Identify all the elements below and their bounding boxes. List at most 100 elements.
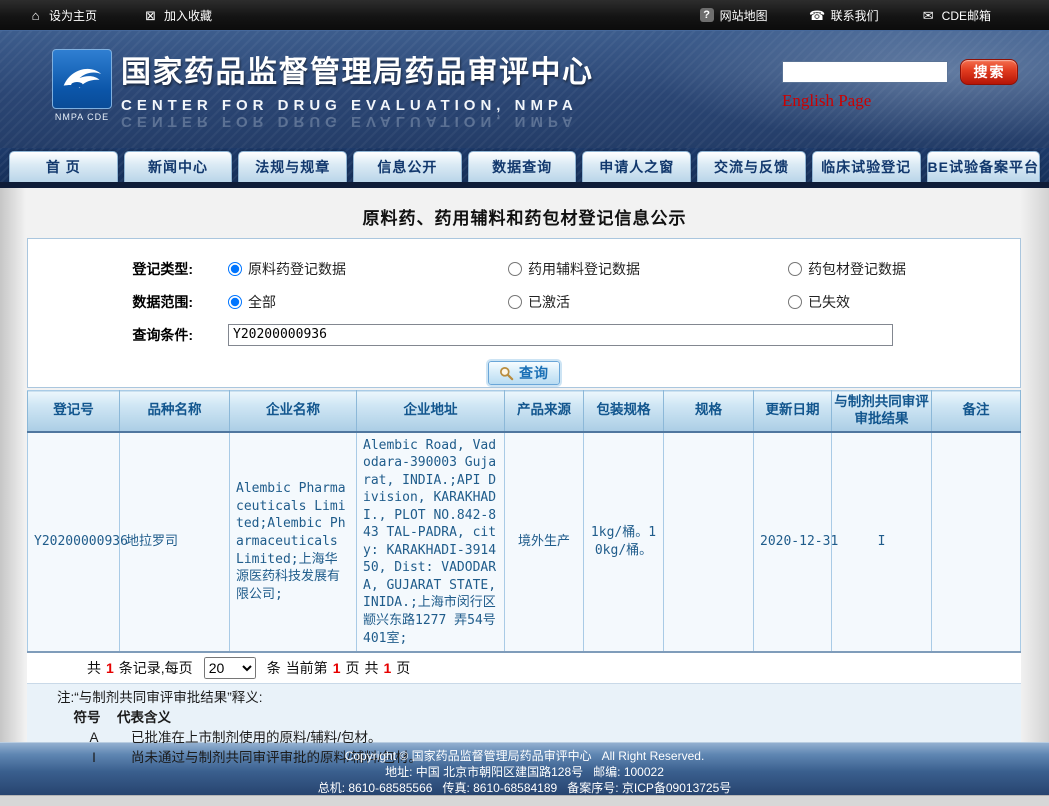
cde-mail-link[interactable]: ✉ CDE邮箱	[921, 7, 991, 24]
reg-type-radio-packaging[interactable]	[788, 262, 802, 276]
page-root: ⌂ 设为主页 ⊠ 加入收藏 ? 网站地图 ☎ 联系我们 ✉ CDE邮箱	[0, 0, 1049, 806]
nav-tab-clinical-trial[interactable]: 临床试验登记	[812, 151, 921, 182]
scope-option-all[interactable]: 全部	[193, 292, 473, 312]
cde-mail-label: CDE邮箱	[942, 7, 991, 24]
nav-tab-home[interactable]: 首 页	[9, 151, 118, 182]
query-button[interactable]: 查询	[488, 361, 560, 385]
col-header-company-name: 企业名称	[230, 391, 357, 432]
header-search-area: 搜索 English Page	[782, 59, 1024, 111]
cell-review-result: I	[832, 432, 932, 653]
table-header-row: 登记号 品种名称 企业名称 企业地址 产品来源 包装规格 规格 更新日期 与制剂…	[28, 391, 1021, 432]
phone-icon: ☎	[810, 8, 825, 23]
set-home-label: 设为主页	[49, 7, 97, 24]
site-logo[interactable]: NMPA CDE	[52, 49, 112, 122]
nmpa-cde-logo-icon	[52, 49, 112, 109]
nav-tab-label: 信息公开	[377, 157, 437, 177]
pager-current-label: 当前第	[286, 658, 328, 678]
reg-type-radio-api[interactable]	[228, 262, 242, 276]
add-favorite-link[interactable]: ⊠ 加入收藏	[143, 7, 212, 24]
reg-type-option-excipient[interactable]: 药用辅料登记数据	[473, 259, 753, 279]
site-banner: NMPA CDE 国家药品监督管理局药品审评中心 CENTER FOR DRUG…	[0, 30, 1049, 148]
pager-of-label: 共	[364, 658, 378, 678]
col-header-remark: 备注	[932, 391, 1021, 432]
notes-column-headers: 符号 代表含义	[57, 708, 1021, 728]
cell-source: 境外生产	[505, 432, 584, 653]
contact-link[interactable]: ☎ 联系我们	[810, 7, 879, 24]
reg-type-radio-excipient[interactable]	[508, 262, 522, 276]
reg-type-label: 登记类型:	[28, 259, 193, 279]
page-title: 原料药、药用辅料和药包材登记信息公示	[0, 188, 1049, 238]
scope-option-active[interactable]: 已激活	[473, 292, 753, 312]
site-title-en-reflection: CENTER FOR DRUG EVALUATION, NMPA	[121, 113, 594, 130]
topbar-left-links: ⌂ 设为主页 ⊠ 加入收藏	[0, 7, 212, 24]
nav-tab-news[interactable]: 新闻中心	[124, 151, 233, 182]
nav-tab-label: 法规与规章	[255, 157, 330, 177]
pager-current-page: 1	[333, 660, 341, 676]
scope-option-inactive[interactable]: 已失效	[753, 292, 1033, 312]
scope-label: 数据范围:	[28, 292, 193, 312]
sitemap-label: 网站地图	[720, 7, 768, 24]
header-search-input[interactable]	[782, 61, 948, 83]
reg-type-option-packaging[interactable]: 药包材登记数据	[753, 259, 1033, 279]
query-form: 登记类型: 原料药登记数据 药用辅料登记数据 药包材登记数据	[27, 238, 1021, 388]
pager-total-label: 共	[87, 658, 101, 678]
query-condition-input[interactable]	[228, 324, 893, 346]
cell-product-name: 地拉罗司	[120, 432, 230, 653]
page-size-select[interactable]: 20	[204, 657, 256, 679]
nav-tab-regulations[interactable]: 法规与规章	[238, 151, 347, 182]
main-nav: 首 页 新闻中心 法规与规章 信息公开 数据查询 申请人之窗 交流与反馈 临床试…	[0, 148, 1049, 182]
banner-titles: 国家药品监督管理局药品审评中心 CENTER FOR DRUG EVALUATI…	[121, 47, 594, 130]
notes-symbol: I	[71, 748, 117, 768]
sitemap-link[interactable]: ? 网站地图	[700, 7, 768, 24]
contact-label: 联系我们	[831, 7, 879, 24]
cell-remark	[932, 432, 1021, 653]
col-header-review-result: 与制剂共同审评审批结果	[832, 391, 932, 432]
set-home-link[interactable]: ⌂ 设为主页	[28, 7, 97, 24]
query-condition-label: 查询条件:	[28, 325, 193, 345]
notes-meaning-header: 代表含义	[117, 708, 171, 728]
mail-icon: ✉	[921, 8, 936, 23]
nav-tab-applicant-window[interactable]: 申请人之窗	[582, 151, 691, 182]
table-row: Y20200000936 地拉罗司 Alembic Pharmaceutical…	[28, 432, 1021, 653]
topbar-right-links: ? 网站地图 ☎ 联系我们 ✉ CDE邮箱	[700, 7, 1049, 24]
header-search-button[interactable]: 搜索	[960, 59, 1018, 85]
cell-company-name: Alembic Pharmaceuticals Limited;Alembic …	[230, 432, 357, 653]
col-header-reg-no: 登记号	[28, 391, 120, 432]
magnifier-icon	[499, 366, 514, 381]
results-table: 登记号 品种名称 企业名称 企业地址 产品来源 包装规格 规格 更新日期 与制剂…	[27, 390, 1021, 653]
scope-radio-all[interactable]	[228, 295, 242, 309]
nav-tab-label: BE试验备案平台	[928, 157, 1039, 177]
reg-type-row: 登记类型: 原料药登记数据 药用辅料登记数据 药包材登记数据	[28, 252, 1020, 285]
nav-tab-feedback[interactable]: 交流与反馈	[697, 151, 806, 182]
cell-update-date: 2020-12-31	[754, 432, 832, 653]
pager-total-pages: 1	[383, 660, 391, 676]
site-title-cn: 国家药品监督管理局药品审评中心	[121, 47, 594, 91]
cell-package-spec: 1kg/桶。10kg/桶。	[584, 432, 664, 653]
scope-radio-active[interactable]	[508, 295, 522, 309]
pager-unit-label: 条	[267, 658, 281, 678]
col-header-source: 产品来源	[505, 391, 584, 432]
nav-tab-label: 新闻中心	[148, 157, 208, 177]
radio-option-label: 原料药登记数据	[248, 259, 346, 279]
radio-option-label: 药包材登记数据	[808, 259, 906, 279]
nav-tab-be-platform[interactable]: BE试验备案平台	[927, 151, 1040, 182]
nav-tab-label: 数据查询	[492, 157, 552, 177]
nav-tab-info-disclosure[interactable]: 信息公开	[353, 151, 462, 182]
site-title-en: CENTER FOR DRUG EVALUATION, NMPA	[121, 97, 594, 114]
reg-type-option-api[interactable]: 原料药登记数据	[193, 259, 473, 279]
pager-record-count: 1	[106, 660, 114, 676]
main-content: 原料药、药用辅料和药包材登记信息公示 登记类型: 原料药登记数据 药用辅料登记数…	[0, 188, 1049, 742]
notes-symbol: A	[71, 728, 117, 748]
pager-records-label: 条记录,每页	[119, 658, 193, 678]
add-favorite-label: 加入收藏	[164, 7, 212, 24]
cell-company-address: Alembic Road, Vadodara-390003 Gujarat, I…	[357, 432, 505, 653]
favorite-icon: ⊠	[143, 8, 158, 23]
english-page-link[interactable]: English Page	[782, 91, 871, 111]
nav-tab-data-query[interactable]: 数据查询	[468, 151, 577, 182]
pager-page-label: 页	[345, 658, 359, 678]
col-header-spec: 规格	[664, 391, 754, 432]
pagination-bar: 共 1 条记录,每页 20 条 当前第 1 页 共 1 页	[27, 653, 1021, 683]
scope-radio-inactive[interactable]	[788, 295, 802, 309]
cell-spec	[664, 432, 754, 653]
nav-tab-label: 首 页	[46, 157, 81, 177]
